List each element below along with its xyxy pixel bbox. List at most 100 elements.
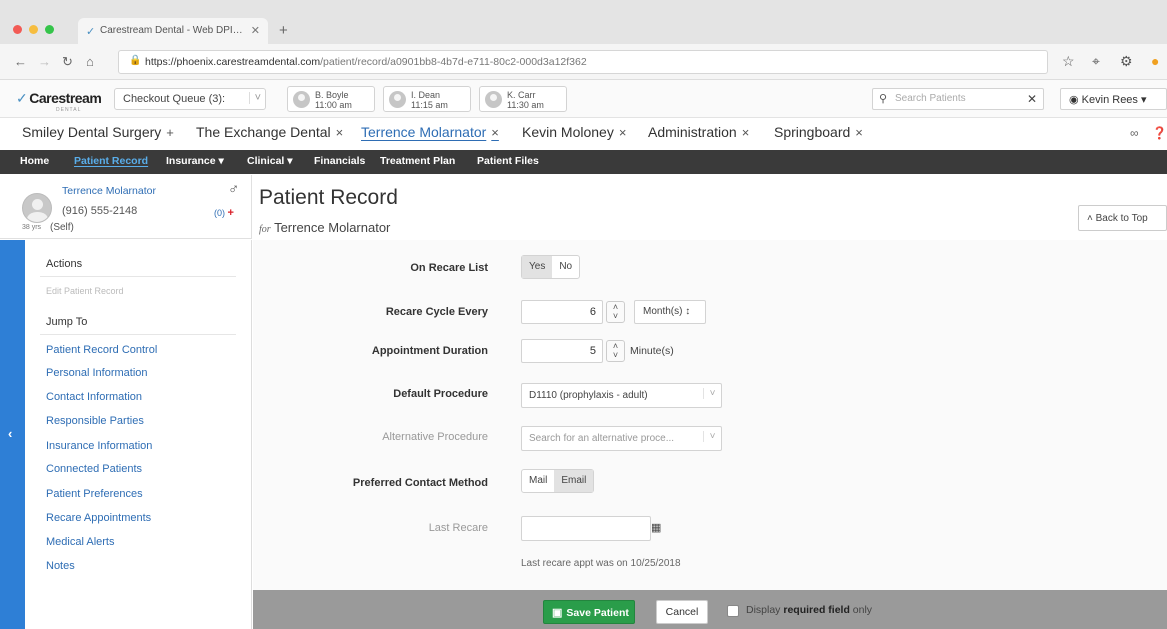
save-patient-button[interactable]: ▣ Save Patient	[543, 600, 635, 624]
close-tab-icon[interactable]: ✕	[251, 24, 260, 37]
form-label-column: On Recare List Recare Cycle Every Appoin…	[253, 240, 488, 590]
new-tab-button[interactable]: +	[279, 22, 288, 39]
close-icon: ×	[335, 125, 344, 140]
logo-check-icon: ✓	[16, 90, 28, 106]
app-header: ✓ Carestream DENTAL Checkout Queue (3): ˅…	[0, 80, 1167, 118]
page-subtitle: for Terrence Molarnator	[259, 220, 391, 235]
sidebar-link-responsible-parties[interactable]: Responsible Parties	[46, 415, 144, 427]
preferred-contact-toggle[interactable]: Mail Email	[521, 469, 595, 493]
close-icon: ×	[855, 125, 863, 140]
nav-home[interactable]: Home	[20, 155, 49, 167]
add-icon: +	[166, 125, 174, 140]
last-recare-note: Last recare appt was on 10/25/2018	[521, 558, 681, 569]
tab-exchange-dental[interactable]: The Exchange Dental ×	[196, 124, 343, 140]
calendar-icon[interactable]: ▦	[651, 521, 661, 534]
appointment-duration-unit: Minute(s)	[630, 345, 674, 357]
back-to-top-button[interactable]: ˄ Back to Top	[1078, 205, 1167, 231]
save-disk-icon: ▣	[552, 607, 563, 619]
last-recare-date-input[interactable]	[521, 516, 651, 541]
on-recare-yes-option[interactable]: Yes	[522, 256, 553, 278]
cast-icon[interactable]: ⌖	[1092, 53, 1100, 70]
sidebar-link-contact-information[interactable]: Contact Information	[46, 391, 142, 403]
contact-mail-option[interactable]: Mail	[522, 470, 554, 492]
sidebar-link-patient-record-control[interactable]: Patient Record Control	[46, 344, 157, 356]
browser-tab[interactable]: ✓ Carestream Dental - Web DPI… ✕	[78, 18, 268, 44]
url-input[interactable]: 🔒 https://phoenix.carestreamdental.com/p…	[118, 50, 1048, 74]
alternative-procedure-select[interactable]: Search for an alternative proce... ˅	[521, 426, 722, 451]
nav-patient-record[interactable]: Patient Record	[74, 155, 148, 167]
preferred-contact-label: Preferred Contact Method	[352, 477, 488, 489]
male-gender-icon: ♂	[228, 181, 240, 198]
tab-kevin-moloney[interactable]: Kevin Moloney ×	[522, 124, 626, 140]
patient-relation: (Self)	[50, 222, 74, 233]
sidebar-link-personal-information[interactable]: Personal Information	[46, 367, 148, 379]
main-nav: Home Patient Record Insurance ▾ Clinical…	[0, 150, 1167, 174]
patient-age: 38 yrs	[22, 224, 42, 231]
close-window-dot[interactable]	[13, 25, 22, 34]
address-bar-row: ← → ↻ ⌂ 🔒 https://phoenix.carestreamdent…	[0, 44, 1167, 80]
user-menu-button[interactable]: ◉ Kevin Rees ▾	[1060, 88, 1167, 110]
tab-terrence-molarnator[interactable]: Terrence Molarnator ×	[361, 124, 499, 140]
link-icon[interactable]: ∞	[1130, 126, 1139, 140]
chevron-up-icon: ˄	[1087, 213, 1093, 224]
profile-icon[interactable]: ⚙	[1120, 53, 1133, 70]
appointment-chip[interactable]: I. Dean 11:15 am	[383, 86, 471, 112]
close-icon: ×	[491, 125, 499, 140]
browser-tab-strip: ✓ Carestream Dental - Web DPI… ✕ +	[0, 0, 1167, 44]
contact-email-option[interactable]: Email	[554, 470, 594, 492]
workspace-tab-bar: Smiley Dental Surgery + The Exchange Dent…	[0, 118, 1167, 148]
clear-search-icon[interactable]: ✕	[1027, 92, 1037, 106]
divider	[40, 334, 236, 335]
nav-patient-files[interactable]: Patient Files	[477, 155, 539, 167]
recare-cycle-unit-select[interactable]: Month(s) ↕	[634, 300, 706, 324]
search-icon: ⚲	[879, 93, 888, 105]
sidebar-link-connected-patients[interactable]: Connected Patients	[46, 463, 142, 475]
reload-icon[interactable]: ↻	[62, 54, 73, 70]
on-recare-no-option[interactable]: No	[552, 256, 579, 278]
nav-clinical[interactable]: Clinical ▾	[247, 155, 293, 167]
edit-patient-record-link: Edit Patient Record	[46, 286, 124, 296]
nav-treatment-plan[interactable]: Treatment Plan	[380, 155, 455, 167]
medical-cross-icon: +	[227, 207, 234, 219]
tab-smiley-dental-surgery[interactable]: Smiley Dental Surgery +	[22, 124, 174, 140]
checkout-queue-select[interactable]: Checkout Queue (3): ˅	[114, 88, 266, 110]
maximize-window-dot[interactable]	[45, 25, 54, 34]
back-arrow-icon[interactable]: ←	[14, 54, 27, 69]
tab-administration[interactable]: Administration ×	[648, 124, 749, 140]
collapse-sidebar-button[interactable]: ‹	[0, 240, 25, 629]
extension-icon[interactable]: ●	[1151, 53, 1159, 69]
appointment-chip[interactable]: K. Carr 11:30 am	[479, 86, 567, 112]
divider	[40, 276, 236, 277]
appointment-duration-stepper[interactable]: ˄ ˅	[606, 340, 625, 362]
sidebar-link-patient-preferences[interactable]: Patient Preferences	[46, 488, 143, 500]
sidebar-link-notes[interactable]: Notes	[46, 560, 75, 572]
patient-name-link[interactable]: Terrence Molarnator	[62, 185, 156, 197]
forward-arrow-icon[interactable]: →	[38, 54, 51, 69]
on-recare-toggle[interactable]: Yes No	[521, 255, 581, 279]
patient-search-input[interactable]: ⚲ Search Patients ✕	[872, 88, 1044, 110]
home-icon[interactable]: ⌂	[86, 54, 94, 69]
carestream-favicon-icon: ✓	[86, 26, 96, 38]
last-recare-label: Last Recare	[428, 522, 488, 534]
help-icon[interactable]: ❓	[1152, 126, 1167, 140]
cancel-button[interactable]: Cancel	[656, 600, 708, 624]
appointment-chip[interactable]: B. Boyle 11:00 am	[287, 86, 375, 112]
sidebar-link-insurance-information[interactable]: Insurance Information	[46, 440, 152, 452]
recare-cycle-stepper[interactable]: ˄ ˅	[606, 301, 625, 323]
nav-insurance[interactable]: Insurance ▾	[166, 155, 224, 167]
required-only-checkbox[interactable]	[727, 605, 739, 617]
minimize-window-dot[interactable]	[29, 25, 38, 34]
sidebar-link-medical-alerts[interactable]: Medical Alerts	[46, 536, 114, 548]
chevron-down-icon: ▾	[1141, 94, 1147, 106]
tab-springboard[interactable]: Springboard ×	[774, 124, 863, 140]
appointment-duration-input[interactable]: 5	[521, 339, 603, 363]
nav-financials[interactable]: Financials	[314, 155, 365, 167]
recare-cycle-input[interactable]: 6	[521, 300, 603, 324]
bookmark-star-icon[interactable]: ☆	[1062, 53, 1075, 70]
patient-phone: (916) 555-2148	[62, 205, 138, 217]
medical-alerts-badge[interactable]: (0) +	[214, 207, 234, 219]
default-procedure-select[interactable]: D1110 (prophylaxis - adult) ˅	[521, 383, 722, 408]
browser-tab-title: Carestream Dental - Web DPI…	[100, 25, 243, 36]
sidebar: ‹ Actions Edit Patient Record Jump To Pa…	[0, 240, 252, 629]
sidebar-link-recare-appointments[interactable]: Recare Appointments	[46, 512, 151, 524]
